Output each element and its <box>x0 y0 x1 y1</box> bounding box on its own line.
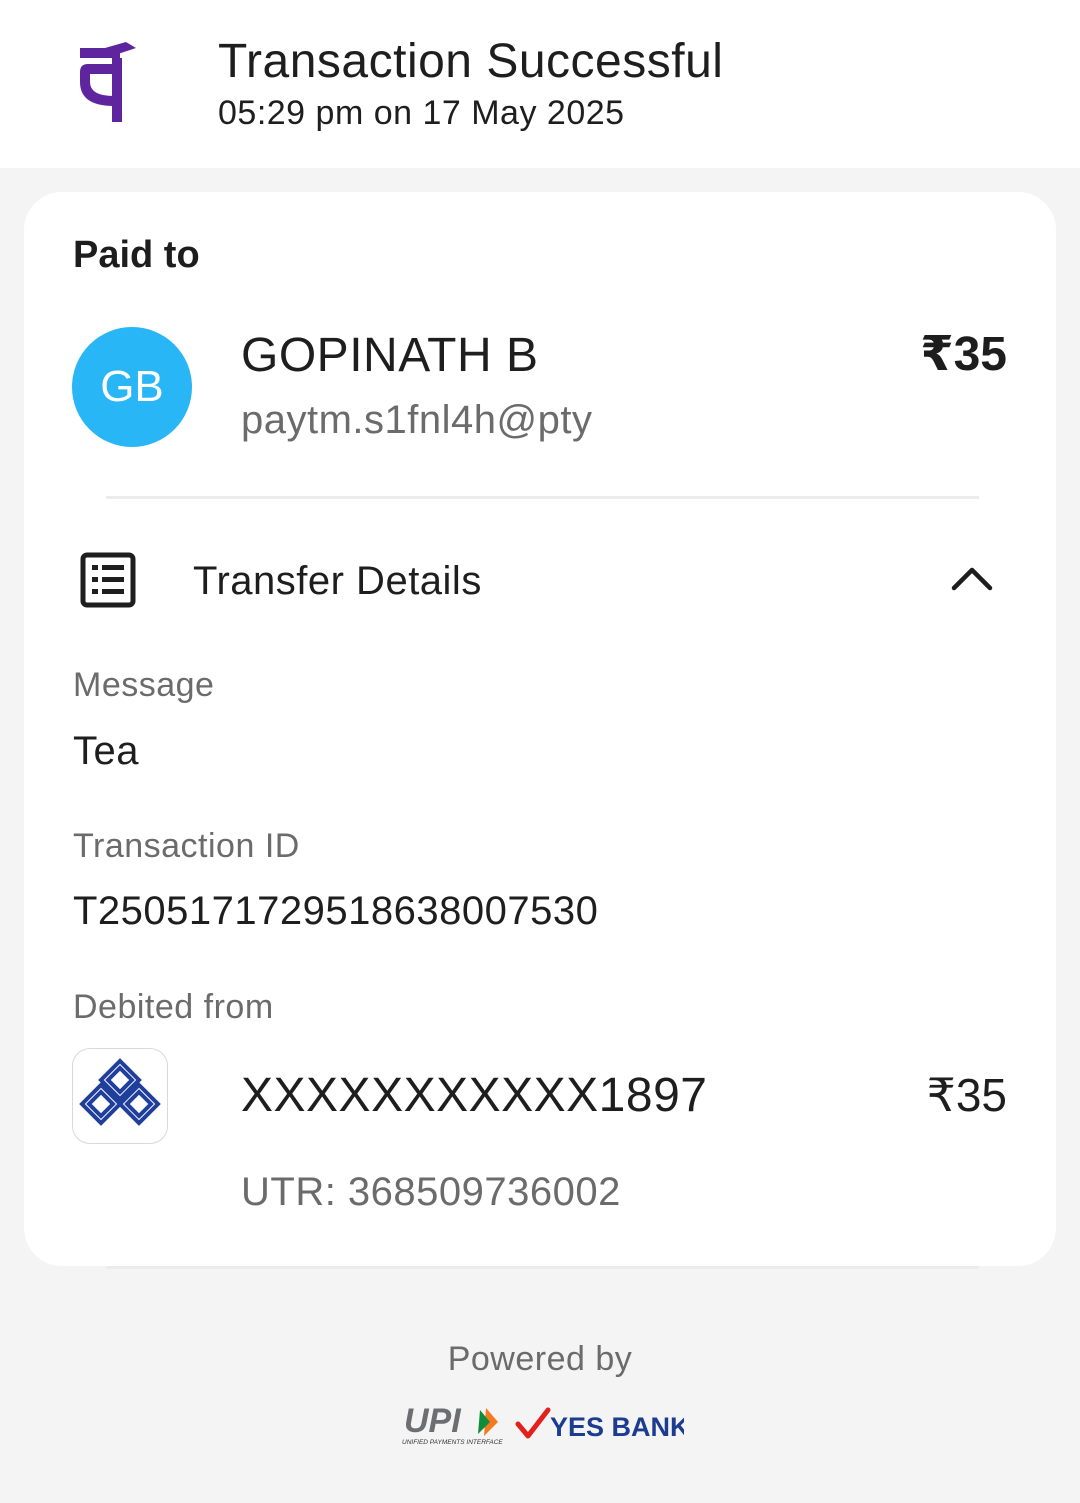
avatar: GB <box>72 327 192 447</box>
receipt-list-icon <box>80 552 136 608</box>
powered-by-label: Powered by <box>447 1340 633 1378</box>
divider <box>106 496 979 499</box>
chevron-up-icon[interactable] <box>950 562 994 592</box>
transaction-card: Paid to GB GOPINATH B paytm.s1fnl4h@pty … <box>24 192 1056 1266</box>
upi-logo-text: UPI <box>404 1402 462 1440</box>
transaction-timestamp: 05:29 pm on 17 May 2025 <box>218 94 625 132</box>
message-label: Message <box>73 666 215 704</box>
transaction-id-value[interactable]: T2505171729518638007530 <box>73 889 598 934</box>
paid-amount: ₹35 <box>920 328 1007 381</box>
bank-logo-icon <box>72 1048 168 1144</box>
payee-name[interactable]: GOPINATH B <box>241 328 538 383</box>
upi-logo-subtext: UNIFIED PAYMENTS INTERFACE <box>402 1439 503 1446</box>
payee-vpa: paytm.s1fnl4h@pty <box>241 398 593 442</box>
upi-logo: UPI UNIFIED PAYMENTS INTERFACE <box>402 1402 503 1446</box>
utr-number[interactable]: UTR: 368509736002 <box>241 1170 621 1215</box>
yes-bank-logo: YES BANK <box>515 1407 684 1442</box>
page-title: Transaction Successful <box>218 35 724 88</box>
header: Transaction Successful 05:29 pm on 17 Ma… <box>0 0 1080 168</box>
transfer-details-title: Transfer Details <box>193 559 482 603</box>
message-value: Tea <box>73 729 139 773</box>
debit-account-number: XXXXXXXXXXX1897 <box>241 1069 708 1122</box>
divider <box>106 1266 979 1269</box>
debit-amount: ₹35 <box>926 1069 1007 1121</box>
debited-from-label: Debited from <box>73 988 274 1026</box>
phonepe-logo-icon <box>80 42 136 122</box>
yes-bank-text: YES BANK <box>550 1412 684 1442</box>
paid-to-label: Paid to <box>73 234 200 276</box>
transaction-id-label: Transaction ID <box>73 827 300 865</box>
